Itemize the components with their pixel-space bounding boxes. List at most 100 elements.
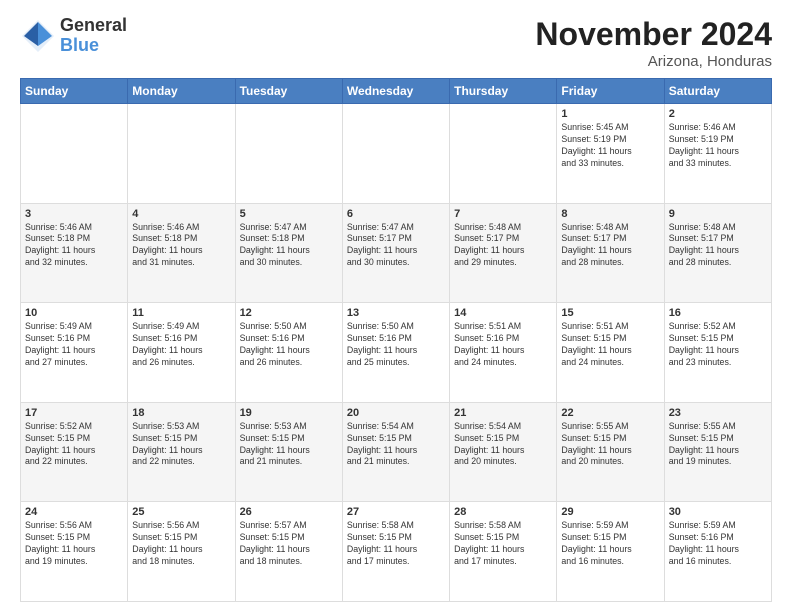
title-block: November 2024 Arizona, Honduras: [535, 16, 772, 70]
day-info: Sunrise: 5:50 AM Sunset: 5:16 PM Dayligh…: [240, 321, 338, 369]
logo: General Blue: [20, 16, 127, 56]
day-info: Sunrise: 5:51 AM Sunset: 5:15 PM Dayligh…: [561, 321, 659, 369]
day-cell: 26 Sunrise: 5:57 AM Sunset: 5:15 PM Dayli…: [235, 502, 342, 602]
day-number: 4: [132, 208, 230, 220]
day-info: Sunrise: 5:49 AM Sunset: 5:16 PM Dayligh…: [132, 321, 230, 369]
day-info: Sunrise: 5:57 AM Sunset: 5:15 PM Dayligh…: [240, 520, 338, 568]
day-cell: 17 Sunrise: 5:52 AM Sunset: 5:15 PM Dayli…: [21, 402, 128, 502]
day-info: Sunrise: 5:54 AM Sunset: 5:15 PM Dayligh…: [454, 421, 552, 469]
day-cell: 20 Sunrise: 5:54 AM Sunset: 5:15 PM Dayli…: [342, 402, 449, 502]
day-number: 18: [132, 407, 230, 419]
day-number: 15: [561, 307, 659, 319]
day-info: Sunrise: 5:59 AM Sunset: 5:16 PM Dayligh…: [669, 520, 767, 568]
day-number: 17: [25, 407, 123, 419]
day-cell: 8Sunrise: 5:48 AM Sunset: 5:17 PM Daylig…: [557, 203, 664, 303]
day-number: 3: [25, 208, 123, 220]
day-info: Sunrise: 5:54 AM Sunset: 5:15 PM Dayligh…: [347, 421, 445, 469]
day-cell: 16 Sunrise: 5:52 AM Sunset: 5:15 PM Dayli…: [664, 303, 771, 403]
day-number: 1: [561, 108, 659, 120]
day-info: Sunrise: 5:53 AM Sunset: 5:15 PM Dayligh…: [132, 421, 230, 469]
week-row-1: 1 Sunrise: 5:45 AM Sunset: 5:19 PM Daylig…: [21, 104, 772, 204]
day-info: Sunrise: 5:56 AM Sunset: 5:15 PM Dayligh…: [132, 520, 230, 568]
day-number: 25: [132, 506, 230, 518]
day-cell: 30 Sunrise: 5:59 AM Sunset: 5:16 PM Dayli…: [664, 502, 771, 602]
page: General Blue November 2024 Arizona, Hond…: [0, 0, 792, 612]
day-cell: 27Sunrise: 5:58 AM Sunset: 5:15 PM Dayli…: [342, 502, 449, 602]
day-cell: 21Sunrise: 5:54 AM Sunset: 5:15 PM Dayli…: [450, 402, 557, 502]
day-info: Sunrise: 5:55 AM Sunset: 5:15 PM Dayligh…: [669, 421, 767, 469]
day-info: Sunrise: 5:47 AM Sunset: 5:17 PM Dayligh…: [347, 222, 445, 270]
day-cell: 4 Sunrise: 5:46 AM Sunset: 5:18 PM Daylig…: [128, 203, 235, 303]
week-row-2: 3 Sunrise: 5:46 AM Sunset: 5:18 PM Daylig…: [21, 203, 772, 303]
day-cell: [450, 104, 557, 204]
day-number: 28: [454, 506, 552, 518]
day-cell: 29 Sunrise: 5:59 AM Sunset: 5:15 PM Dayli…: [557, 502, 664, 602]
day-info: Sunrise: 5:48 AM Sunset: 5:17 PM Dayligh…: [561, 222, 659, 270]
day-info: Sunrise: 5:48 AM Sunset: 5:17 PM Dayligh…: [669, 222, 767, 270]
day-number: 5: [240, 208, 338, 220]
day-number: 23: [669, 407, 767, 419]
day-cell: 11 Sunrise: 5:49 AM Sunset: 5:16 PM Dayli…: [128, 303, 235, 403]
week-row-4: 17 Sunrise: 5:52 AM Sunset: 5:15 PM Dayli…: [21, 402, 772, 502]
day-cell: 14 Sunrise: 5:51 AM Sunset: 5:16 PM Dayli…: [450, 303, 557, 403]
day-number: 7: [454, 208, 552, 220]
day-info: Sunrise: 5:51 AM Sunset: 5:16 PM Dayligh…: [454, 321, 552, 369]
day-number: 24: [25, 506, 123, 518]
logo-general: General: [60, 16, 127, 36]
day-cell: 23 Sunrise: 5:55 AM Sunset: 5:15 PM Dayli…: [664, 402, 771, 502]
day-info: Sunrise: 5:52 AM Sunset: 5:15 PM Dayligh…: [669, 321, 767, 369]
day-cell: 1 Sunrise: 5:45 AM Sunset: 5:19 PM Daylig…: [557, 104, 664, 204]
header-row: Sunday Monday Tuesday Wednesday Thursday…: [21, 79, 772, 104]
day-number: 26: [240, 506, 338, 518]
day-info: Sunrise: 5:59 AM Sunset: 5:15 PM Dayligh…: [561, 520, 659, 568]
day-info: Sunrise: 5:46 AM Sunset: 5:18 PM Dayligh…: [25, 222, 123, 270]
day-cell: 15 Sunrise: 5:51 AM Sunset: 5:15 PM Dayli…: [557, 303, 664, 403]
day-cell: 13 Sunrise: 5:50 AM Sunset: 5:16 PM Dayli…: [342, 303, 449, 403]
day-cell: 9 Sunrise: 5:48 AM Sunset: 5:17 PM Daylig…: [664, 203, 771, 303]
col-tuesday: Tuesday: [235, 79, 342, 104]
day-cell: 22Sunrise: 5:55 AM Sunset: 5:15 PM Dayli…: [557, 402, 664, 502]
col-saturday: Saturday: [664, 79, 771, 104]
day-number: 30: [669, 506, 767, 518]
day-number: 11: [132, 307, 230, 319]
day-cell: [21, 104, 128, 204]
calendar-body: 1 Sunrise: 5:45 AM Sunset: 5:19 PM Daylig…: [21, 104, 772, 602]
day-number: 14: [454, 307, 552, 319]
day-info: Sunrise: 5:50 AM Sunset: 5:16 PM Dayligh…: [347, 321, 445, 369]
day-cell: 18 Sunrise: 5:53 AM Sunset: 5:15 PM Dayli…: [128, 402, 235, 502]
day-number: 12: [240, 307, 338, 319]
day-number: 9: [669, 208, 767, 220]
day-number: 29: [561, 506, 659, 518]
location: Arizona, Honduras: [535, 53, 772, 70]
day-number: 2: [669, 108, 767, 120]
day-number: 16: [669, 307, 767, 319]
day-number: 27: [347, 506, 445, 518]
calendar-header: Sunday Monday Tuesday Wednesday Thursday…: [21, 79, 772, 104]
day-info: Sunrise: 5:55 AM Sunset: 5:15 PM Dayligh…: [561, 421, 659, 469]
day-info: Sunrise: 5:49 AM Sunset: 5:16 PM Dayligh…: [25, 321, 123, 369]
logo-icon: [20, 18, 56, 54]
col-monday: Monday: [128, 79, 235, 104]
day-cell: 6Sunrise: 5:47 AM Sunset: 5:17 PM Daylig…: [342, 203, 449, 303]
day-cell: 24Sunrise: 5:56 AM Sunset: 5:15 PM Dayli…: [21, 502, 128, 602]
day-number: 13: [347, 307, 445, 319]
day-info: Sunrise: 5:52 AM Sunset: 5:15 PM Dayligh…: [25, 421, 123, 469]
day-info: Sunrise: 5:46 AM Sunset: 5:19 PM Dayligh…: [669, 122, 767, 170]
day-number: 20: [347, 407, 445, 419]
day-number: 10: [25, 307, 123, 319]
day-cell: [342, 104, 449, 204]
logo-blue: Blue: [60, 36, 127, 56]
day-cell: 25 Sunrise: 5:56 AM Sunset: 5:15 PM Dayli…: [128, 502, 235, 602]
day-info: Sunrise: 5:45 AM Sunset: 5:19 PM Dayligh…: [561, 122, 659, 170]
week-row-5: 24 Sunrise: 5:56 AM Sunset: 5:15 PM Dayli…: [21, 502, 772, 602]
day-cell: 2 Sunrise: 5:46 AM Sunset: 5:19 PM Daylig…: [664, 104, 771, 204]
col-wednesday: Wednesday: [342, 79, 449, 104]
day-info: Sunrise: 5:58 AM Sunset: 5:15 PM Dayligh…: [454, 520, 552, 568]
day-info: Sunrise: 5:46 AM Sunset: 5:18 PM Dayligh…: [132, 222, 230, 270]
day-cell: 10 Sunrise: 5:49 AM Sunset: 5:16 PM Dayli…: [21, 303, 128, 403]
day-info: Sunrise: 5:48 AM Sunset: 5:17 PM Dayligh…: [454, 222, 552, 270]
day-info: Sunrise: 5:47 AM Sunset: 5:18 PM Dayligh…: [240, 222, 338, 270]
col-friday: Friday: [557, 79, 664, 104]
day-cell: 12 Sunrise: 5:50 AM Sunset: 5:16 PM Dayli…: [235, 303, 342, 403]
day-cell: 5 Sunrise: 5:47 AM Sunset: 5:18 PM Daylig…: [235, 203, 342, 303]
